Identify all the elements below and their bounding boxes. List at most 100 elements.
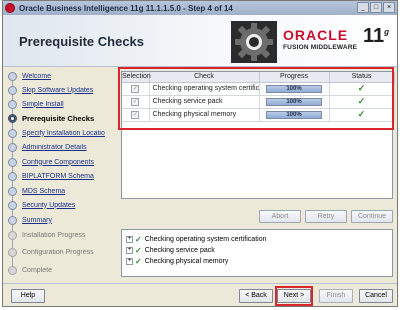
oracle-logo: ORACLE [283,27,349,43]
cancel-button[interactable]: Cancel [359,289,393,303]
progress-cell: 100% [259,82,330,96]
selection-checkbox: ✓ [131,84,140,93]
step-dot-icon [8,142,17,152]
detail-item[interactable]: + ✓ Checking operating system certificatio… [126,234,266,244]
step-dot-icon [8,230,17,240]
finish-button[interactable]: Finish [319,289,353,303]
status-check-icon: ✓ [329,108,395,122]
version-mark: 11g [363,25,389,48]
check-name: Checking service pack [149,95,260,109]
oracle-app-icon [5,3,15,13]
close-button[interactable]: × [383,2,395,13]
nav-item-label: Prerequisite Checks [22,113,95,123]
nav-item-label: BIPLATFORM Schema [22,172,94,180]
expand-icon[interactable]: + [126,235,133,243]
oracle-brand: ORACLE FUSION MIDDLEWARE [283,27,357,51]
help-label: Help [20,292,36,299]
step-dot-icon [8,215,17,225]
step-dot-icon [8,99,17,109]
version-suffix: g [384,27,390,37]
step-dot-icon [8,265,17,275]
table-row[interactable]: ✓ Checking service pack 100% ✓ [122,95,395,109]
step-dot-icon [8,71,17,81]
detail-item[interactable]: + ✓ Checking physical memory [126,256,228,266]
step-dot-icon [8,171,17,181]
gear-logo-icon [231,21,277,63]
nav-item-label: Security Updates [22,201,76,209]
next-highlight-annotation [275,286,313,306]
progress-bar: 100% [266,110,322,119]
step-dot-icon [8,128,17,138]
check-icon: ✓ [135,245,142,255]
nav-item-label: Simple Install [22,100,64,108]
maximize-button[interactable]: □ [370,2,382,13]
selection-cell: ✓ [122,108,150,122]
progress-text: 100% [286,85,302,92]
detail-item[interactable]: + ✓ Checking service pack [126,245,215,255]
progress-bar: 100% [266,97,322,106]
step-dot-icon [8,186,17,196]
nav-item-complete: Complete [8,261,118,279]
nav-item-label: Installation Progress [22,231,86,239]
nav-item-label: Welcome [22,72,52,80]
nav-item-label: Summary [22,216,52,224]
selection-checkbox: ✓ [131,97,140,106]
progress-cell: 100% [259,108,330,122]
page-title: Prerequisite Checks [19,34,145,49]
wizard-header: Prerequisite Checks ORACLE FUSION MIDDLE… [3,15,397,67]
back-label: < Back [245,292,267,299]
check-icon: ✓ [135,234,142,244]
retry-label: Retry [317,213,335,220]
column-header-selection[interactable]: Selection [122,72,151,83]
version-number: 11 [363,25,385,47]
minimize-button[interactable]: _ [357,2,369,13]
step-dot-icon [8,85,17,95]
continue-button[interactable]: Continue [351,210,393,223]
nav-item-label: Administrator Details [22,143,87,151]
title-bar: Oracle Business Intelligence 11g 11.1.1.… [3,1,397,15]
column-header-check[interactable]: Check [149,72,260,83]
progress-text: 100% [286,111,302,118]
column-header-progress[interactable]: Progress [259,72,330,83]
step-dot-icon [8,247,17,257]
nav-item-label: MDS Schema [22,187,66,195]
progress-bar: 100% [266,84,322,93]
check-name: Checking physical memory [149,108,260,122]
help-button[interactable]: Help [11,289,45,303]
nav-item-configuration-progress: Configuration Progress [8,243,118,261]
nav-item-label: Skip Software Updates [22,86,94,94]
detail-item-label: Checking operating system certification [144,235,267,243]
abort-label: Abort [271,213,289,220]
progress-cell: 100% [259,95,330,109]
step-dot-icon [8,157,17,167]
installer-window: Oracle Business Intelligence 11g 11.1.1.… [2,0,398,307]
checks-grid: Selection Check Progress Status ✓ Checki… [122,72,395,122]
check-details-tree: + ✓ Checking operating system certificatio… [121,229,393,277]
expand-icon[interactable]: + [126,257,133,265]
step-navigation: Welcome Skip Software Updates Simple Ins… [3,67,117,281]
back-button[interactable]: < Back [239,289,273,303]
window-title: Oracle Business Intelligence 11g 11.1.1.… [19,3,233,13]
detail-item-label: Checking physical memory [144,257,229,265]
table-row[interactable]: ✓ Checking physical memory 100% ✓ [122,108,395,122]
finish-label: Finish [326,292,346,299]
continue-label: Continue [357,213,387,220]
abort-button[interactable]: Abort [259,210,301,223]
status-check-icon: ✓ [329,95,395,109]
window-controls: _ □ × [357,2,395,13]
selection-checkbox: ✓ [131,110,140,119]
selection-cell: ✓ [122,82,150,96]
cancel-label: Cancel [365,292,387,299]
check-icon: ✓ [135,256,142,266]
expand-icon[interactable]: + [126,246,133,254]
footer-divider [3,283,397,284]
selection-cell: ✓ [122,95,150,109]
table-row[interactable]: ✓ Checking operating system certificatio… [122,82,395,96]
nav-item-label: Configure Components [22,158,94,166]
nav-item-label: Configuration Progress [22,248,94,256]
fusion-middleware-label: FUSION MIDDLEWARE [283,44,358,51]
column-header-status[interactable]: Status [329,72,395,83]
retry-button[interactable]: Retry [305,210,347,223]
detail-item-label: Checking service pack [144,246,215,254]
status-check-icon: ✓ [329,82,395,96]
